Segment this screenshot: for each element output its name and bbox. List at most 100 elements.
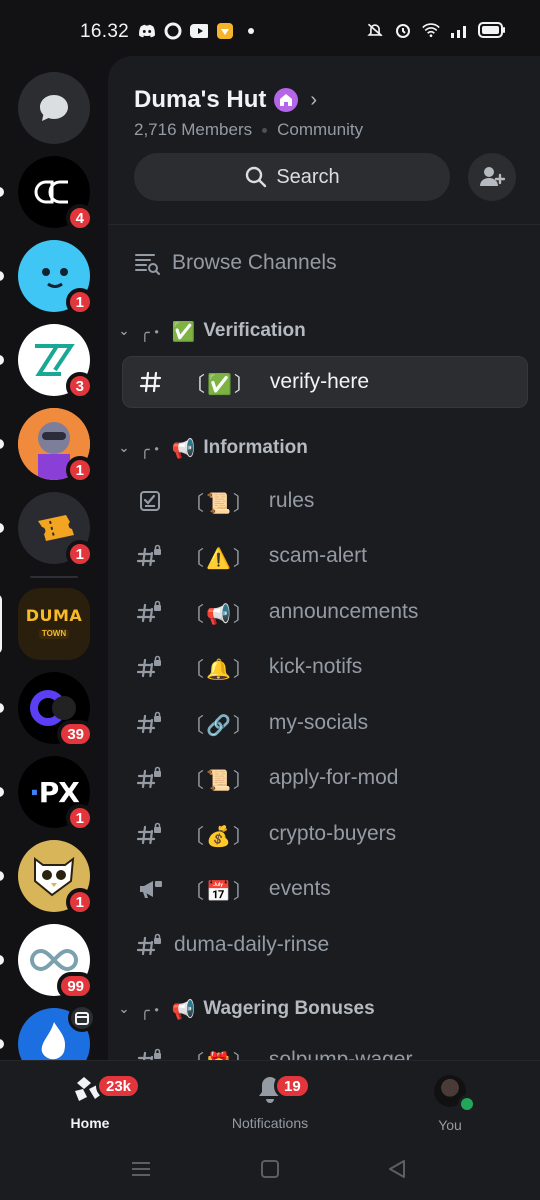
- unread-indicator: [0, 187, 4, 197]
- channel-name: events: [268, 877, 331, 900]
- channel-name: crypto-buyers: [268, 822, 397, 845]
- status-bar: 16.32: [0, 0, 540, 56]
- channel-emoji-prefix: 〔 ✅ 〕: [185, 371, 254, 396]
- server-duma-town-logo[interactable]: DUMA TOWN: [18, 588, 90, 660]
- chat-bubble-icon: [40, 95, 68, 121]
- online-status-indicator: [458, 1095, 476, 1113]
- category-emoji: 📢: [171, 998, 196, 1021]
- server-infinity-logo[interactable]: 99: [18, 924, 94, 1000]
- channel-kick-notifs[interactable]: 〔 🔔 〕 kick-notifs: [122, 641, 528, 693]
- locked-hash-icon: [134, 822, 166, 846]
- unread-indicator: [0, 955, 4, 965]
- server-ac-logo[interactable]: 4: [18, 156, 94, 232]
- channel-emoji-prefix: 〔 📜 〕: [184, 767, 253, 792]
- notifications-label: Notifications: [231, 1115, 309, 1131]
- nav-you[interactable]: You: [390, 1075, 510, 1133]
- bottom-navigation: 23k Home 19 Notifications You: [0, 1060, 540, 1142]
- recent-apps-button[interactable]: [130, 1158, 152, 1185]
- unread-indicator: [0, 703, 4, 713]
- channel-rules[interactable]: 〔 📜 〕 rules: [122, 475, 528, 527]
- add-user-icon: [480, 167, 505, 186]
- back-system-button[interactable]: [386, 1158, 408, 1185]
- more-notifications-dot-icon: [242, 22, 260, 40]
- category-emoji: 📢: [171, 437, 196, 460]
- home-system-button[interactable]: [259, 1158, 281, 1185]
- server-blue-blob[interactable]: 1: [18, 240, 94, 316]
- channel-events[interactable]: 〔 📅 〕 events: [122, 863, 528, 915]
- channel-emoji: ⚠️: [206, 545, 231, 570]
- status-notification-icons: [138, 22, 260, 40]
- server-flame-logo[interactable]: [18, 1004, 96, 1060]
- server-name-header[interactable]: Duma's Hut ›: [134, 86, 317, 114]
- discord-icon: [138, 22, 156, 40]
- signal-icon: [450, 21, 468, 39]
- browse-channels-button[interactable]: Browse Channels: [134, 251, 337, 275]
- category-decoration: ╭・: [140, 325, 165, 342]
- chevron-right-icon: ›: [310, 88, 318, 111]
- channel-emoji-prefix: 〔 🔗 〕: [184, 712, 253, 737]
- channel-my-socials[interactable]: 〔 🔗 〕 my-socials: [122, 697, 528, 749]
- channel-emoji-prefix: 〔🎁〕: [184, 1046, 253, 1061]
- meta-separator-dot: [262, 127, 268, 133]
- browse-channels-label: Browse Channels: [172, 251, 337, 274]
- channel-emoji: 🎁: [206, 1050, 231, 1061]
- channel-emoji: 📅: [206, 878, 231, 903]
- notifications-badge: 19: [274, 1073, 311, 1099]
- category-information[interactable]: ⌄ ╭・ 📢 Information: [116, 436, 308, 460]
- member-count: 2,716 Members: [134, 120, 253, 139]
- locked-hash-icon: [134, 544, 166, 568]
- search-button[interactable]: Search: [134, 153, 450, 201]
- server-zr-logo[interactable]: 3: [18, 324, 94, 400]
- category-name: Wagering Bonuses: [203, 998, 375, 1019]
- invite-members-button[interactable]: [468, 153, 516, 201]
- unread-indicator: [0, 355, 4, 365]
- locked-megaphone-icon: [134, 877, 166, 901]
- server-name: Duma's Hut: [134, 86, 267, 113]
- channel-announcements[interactable]: 〔 📢 〕 announcements: [122, 586, 528, 638]
- server-unread-badge: 1: [65, 540, 94, 568]
- category-wagering-bonuses[interactable]: ⌄ ╭・ 📢 Wagering Bonuses: [116, 997, 375, 1021]
- direct-messages-button[interactable]: [18, 72, 90, 144]
- calendar-event-icon: [68, 1004, 96, 1032]
- server-px-logo[interactable]: ·PX 1: [18, 756, 94, 832]
- channel-apply-for-mod[interactable]: 〔 📜 〕 apply-for-mod: [122, 752, 528, 804]
- unread-indicator: [0, 787, 4, 797]
- alarm-icon: [394, 21, 412, 39]
- channel-emoji: 🔗: [206, 712, 231, 737]
- channel-panel: Duma's Hut › 2,716 Members Community Sea…: [108, 56, 540, 1060]
- category-decoration: ╭・: [140, 1003, 165, 1020]
- channel-solpump-wager[interactable]: 〔🎁〕 solpump-wager: [122, 1034, 528, 1060]
- server-type: Community: [277, 120, 364, 139]
- status-system-icons: [366, 21, 506, 39]
- server-ticket-icon[interactable]: 1: [18, 492, 94, 568]
- unread-indicator: [0, 1039, 4, 1049]
- category-verification[interactable]: ⌄ ╭・ ✅ Verification: [116, 319, 306, 343]
- channel-emoji-prefix: 〔 ⚠️ 〕: [184, 545, 253, 570]
- header-divider: [108, 224, 540, 225]
- channel-duma-daily-rinse[interactable]: duma-daily-rinse: [122, 919, 528, 971]
- channel-verify-here[interactable]: 〔 ✅ 〕 verify-here: [122, 356, 528, 408]
- channel-name: verify-here: [269, 370, 370, 393]
- unread-indicator: [0, 271, 4, 281]
- circle-app-icon: [164, 22, 182, 40]
- server-ring-logo[interactable]: 39: [18, 672, 94, 748]
- youtube-icon: [190, 22, 208, 40]
- server-raccoon-avatar[interactable]: 1: [18, 408, 94, 484]
- unread-indicator: [0, 523, 4, 533]
- server-owl-logo[interactable]: 1: [18, 840, 94, 916]
- channel-emoji-prefix: 〔 💰 〕: [184, 823, 253, 848]
- chevron-down-icon: ⌄: [118, 440, 130, 455]
- unread-indicator: [0, 439, 4, 449]
- channel-name: scam-alert: [268, 544, 367, 567]
- server-unread-badge: 4: [65, 204, 94, 232]
- channel-emoji-prefix: 〔 📜 〕: [184, 490, 253, 515]
- nav-notifications[interactable]: 19 Notifications: [210, 1073, 330, 1131]
- locked-hash-icon: [134, 655, 166, 679]
- channel-emoji-prefix: 〔 🔔 〕: [184, 656, 253, 681]
- channel-emoji: 🔔: [206, 656, 231, 681]
- channel-crypto-buyers[interactable]: 〔 💰 〕 crypto-buyers: [122, 808, 528, 860]
- hash-icon: [135, 370, 167, 394]
- channel-emoji: 💰: [206, 823, 231, 848]
- channel-scam-alert[interactable]: 〔 ⚠️ 〕 scam-alert: [122, 530, 528, 582]
- nav-home[interactable]: 23k Home: [30, 1073, 150, 1131]
